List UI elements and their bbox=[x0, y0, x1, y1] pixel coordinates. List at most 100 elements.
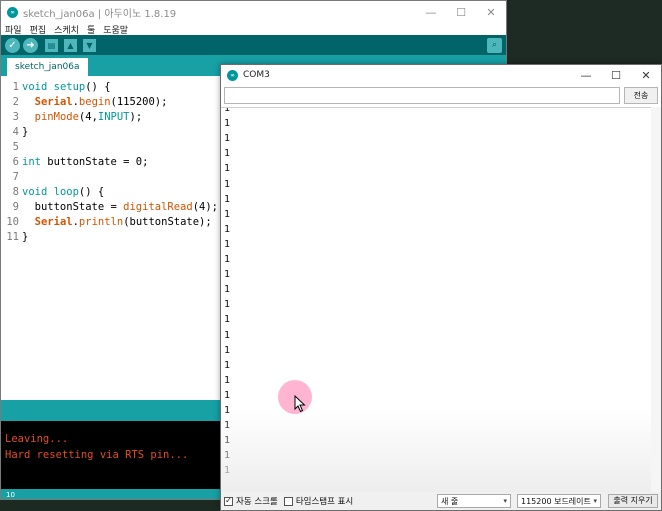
chevron-down-icon: ▾ bbox=[503, 497, 507, 505]
code-line: 9 buttonState = digitalRead(4); bbox=[1, 200, 218, 215]
serial-output-line: 1 bbox=[224, 269, 231, 281]
minimize-icon[interactable]: — bbox=[571, 64, 601, 86]
serial-output-line: 1 bbox=[224, 148, 231, 160]
autoscroll-checkbox[interactable]: ✓ 자동 스크롤 bbox=[224, 495, 278, 507]
clear-output-button[interactable]: 출력 지우기 bbox=[608, 494, 658, 508]
code-token: void bbox=[22, 81, 48, 93]
serial-output-line: 1 bbox=[224, 107, 231, 114]
code-token: Serial bbox=[34, 96, 73, 108]
save-sketch-button[interactable]: ▼ bbox=[83, 38, 96, 52]
unchecked-box-icon bbox=[283, 496, 293, 506]
menu-edit[interactable]: 편집 bbox=[30, 23, 47, 36]
serial-output-line: 1 bbox=[224, 420, 231, 432]
code-line: 8 void loop() { bbox=[1, 185, 105, 200]
close-icon[interactable]: ✕ bbox=[631, 64, 661, 86]
send-row: 전송 bbox=[224, 87, 660, 104]
menu-file[interactable]: 파일 bbox=[5, 23, 22, 36]
serial-output-line: 1 bbox=[224, 314, 231, 326]
code-token: (4, bbox=[78, 111, 98, 123]
code-token: digitalRead bbox=[123, 201, 193, 213]
autoscroll-label: 자동 스크롤 bbox=[236, 497, 278, 507]
serial-monitor-window: ∞ COM3 — ☐ ✕ 전송 111111111111111111111111… bbox=[220, 64, 662, 511]
serial-input[interactable] bbox=[224, 87, 620, 104]
code-line: 3 pinMode(4,INPUT); bbox=[1, 110, 142, 125]
serial-monitor-titlebar: ∞ COM3 — ☐ ✕ bbox=[221, 65, 661, 85]
menu-bar: 파일 편집 스케치 툴 도움말 bbox=[1, 23, 506, 36]
verify-button[interactable]: ✓ bbox=[5, 37, 20, 53]
code-token: () { bbox=[78, 186, 105, 198]
serial-output-line: 1 bbox=[224, 359, 231, 371]
code-line: 4} bbox=[1, 125, 29, 140]
arduino-logo-icon: ∞ bbox=[227, 69, 238, 81]
line-number: 11 bbox=[6, 231, 19, 243]
code-token: } bbox=[22, 126, 29, 138]
serial-output-line: 1 bbox=[224, 163, 231, 175]
output-fade bbox=[221, 408, 661, 492]
serial-output-line: 1 bbox=[224, 193, 231, 205]
serial-output-line: 1 bbox=[224, 450, 231, 462]
tab-sketch[interactable]: sketch_jan06a bbox=[7, 58, 88, 76]
check-icon: ✓ bbox=[224, 496, 233, 506]
line-number: 4 bbox=[12, 126, 19, 138]
code-token: INPUT bbox=[97, 111, 130, 123]
line-number: 5 bbox=[12, 141, 19, 153]
serial-monitor-title: COM3 bbox=[243, 70, 270, 80]
upload-button[interactable]: ➜ bbox=[23, 37, 38, 53]
output-scrollbar[interactable] bbox=[651, 107, 661, 492]
mouse-cursor-icon bbox=[294, 395, 306, 413]
line-number: 10 bbox=[6, 216, 19, 228]
serial-output-line: 1 bbox=[224, 178, 231, 190]
serial-output-line: 1 bbox=[224, 208, 231, 220]
line-number: 2 bbox=[12, 96, 19, 108]
code-line: 10 Serial.println(buttonState); bbox=[1, 215, 212, 230]
maximize-icon[interactable]: ☐ bbox=[446, 1, 476, 23]
line-ending-select[interactable]: 새 줄 ▾ bbox=[437, 494, 511, 508]
code-token: void bbox=[22, 186, 48, 198]
ide-window-title: sketch_jan06a | 아두이노 1.8.19 bbox=[23, 8, 177, 20]
serial-output[interactable]: 1 1 1 1 1 1 1 1 1 1 1 1 1 1 1 1 1 1 1 1 1 1 1 1 1 bbox=[221, 107, 661, 492]
code-token: (buttonState); bbox=[123, 216, 212, 228]
send-button[interactable]: 전송 bbox=[624, 87, 658, 104]
code-token: pinMode bbox=[34, 111, 79, 123]
menu-tools[interactable]: 툴 bbox=[87, 23, 95, 36]
maximize-icon[interactable]: ☐ bbox=[601, 64, 631, 86]
serial-output-line: 1 bbox=[224, 344, 231, 356]
code-token: int bbox=[22, 156, 41, 168]
desktop-background bbox=[506, 0, 662, 70]
menu-help[interactable]: 도움말 bbox=[103, 23, 128, 36]
line-number: 7 bbox=[12, 171, 19, 183]
serial-output-line: 1 bbox=[224, 465, 231, 477]
serial-output-line: 1 bbox=[224, 238, 231, 250]
serial-output-line: 1 bbox=[224, 133, 231, 145]
code-token: (115200); bbox=[110, 96, 168, 108]
code-token: (4); bbox=[192, 201, 218, 213]
open-sketch-button[interactable]: ▲ bbox=[64, 38, 77, 52]
close-icon[interactable]: ✕ bbox=[476, 1, 506, 23]
arduino-logo-icon: ∞ bbox=[7, 6, 18, 18]
minimize-icon[interactable]: — bbox=[416, 1, 446, 23]
serial-output-line: 1 bbox=[224, 389, 231, 401]
line-number: 3 bbox=[12, 111, 19, 123]
serial-output-line: 1 bbox=[224, 329, 231, 341]
ide-toolbar: ✓ ➜ ▤ ▲ ▼ ⌕ bbox=[1, 35, 506, 55]
chevron-down-icon: ▾ bbox=[593, 497, 597, 505]
line-ending-value: 새 줄 bbox=[441, 496, 459, 506]
line-number: 1 bbox=[12, 81, 19, 93]
code-line: 5 bbox=[1, 140, 22, 155]
serial-output-line: 1 bbox=[224, 118, 231, 130]
code-token: } bbox=[22, 231, 29, 243]
serial-output-line: 1 bbox=[224, 374, 231, 386]
new-sketch-button[interactable]: ▤ bbox=[45, 38, 58, 52]
serial-monitor-button[interactable]: ⌕ bbox=[487, 37, 502, 53]
menu-sketch[interactable]: 스케치 bbox=[54, 23, 79, 36]
baud-rate-select[interactable]: 115200 보드레이트 ▾ bbox=[517, 494, 601, 508]
code-token: begin bbox=[78, 96, 111, 108]
timestamp-checkbox[interactable]: 타임스탬프 표시 bbox=[283, 495, 353, 507]
line-number: 9 bbox=[12, 201, 19, 213]
serial-options-bar: ✓ 자동 스크롤 타임스탬프 표시 새 줄 ▾ 115200 보드레이트 ▾ 출… bbox=[221, 492, 661, 510]
line-number: 8 bbox=[12, 186, 19, 198]
serial-output-line: 1 bbox=[224, 223, 231, 235]
ide-titlebar: ∞ sketch_jan06a | 아두이노 1.8.19 — ☐ ✕ bbox=[1, 1, 506, 23]
